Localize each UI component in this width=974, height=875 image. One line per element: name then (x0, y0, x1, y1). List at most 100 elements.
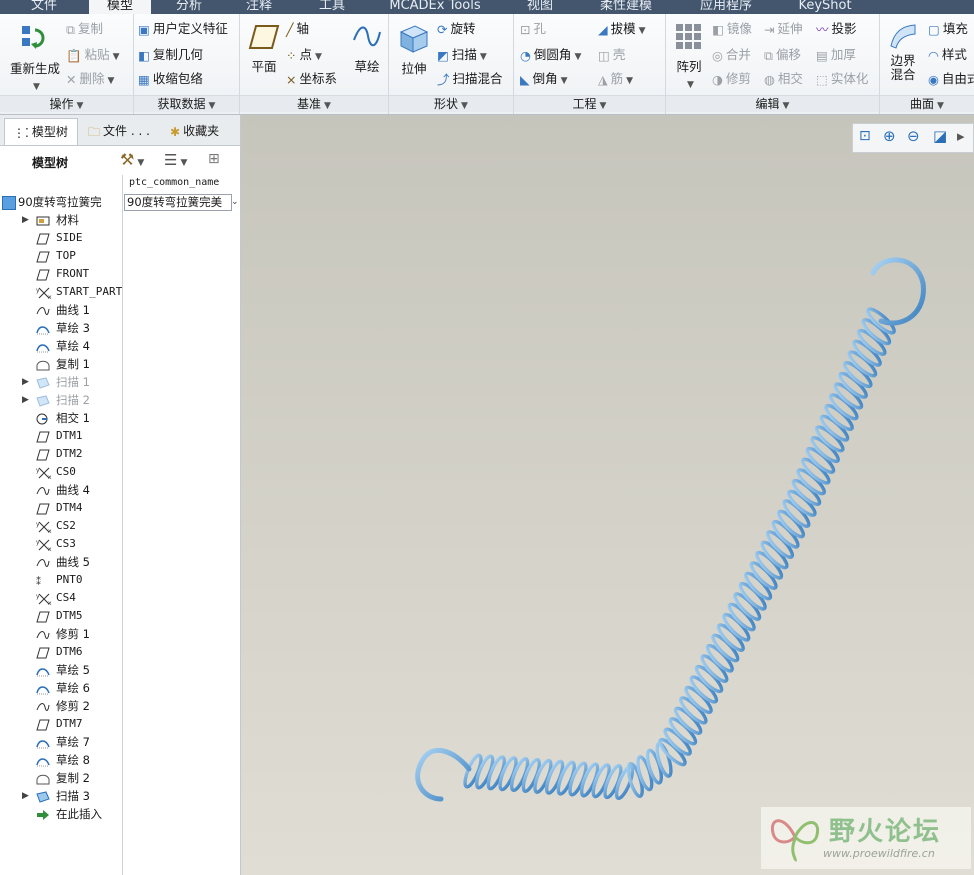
column-ptc-common-name[interactable]: ptc_common_name (122, 175, 245, 191)
hole-button[interactable]: ⊡ 孔 (520, 18, 546, 40)
axis-button[interactable]: ╱ 轴 (286, 18, 309, 40)
plane-button[interactable]: 平面 (244, 22, 284, 75)
spring-model[interactable] (241, 115, 974, 875)
group-label-get-data[interactable]: 获取数据 ▼ (134, 95, 239, 112)
tab-file[interactable]: 文件 (0, 0, 88, 14)
sketch-icon (36, 754, 50, 767)
chamfer-button[interactable]: ◣ 倒角 ▼ (520, 68, 568, 90)
spring-bottom-hook (415, 748, 472, 802)
draft-button[interactable]: ◢ 拔模 ▼ (598, 18, 646, 40)
show-menu-icon[interactable]: ☰ ▼ (164, 151, 187, 169)
group-label-shapes[interactable]: 形状 ▼ (389, 95, 513, 112)
tab-favorites[interactable]: ✱ 收藏夹 (164, 118, 236, 144)
offset-button[interactable]: ⧉ 偏移 (764, 44, 801, 66)
root-name-field[interactable]: 90度转弯拉簧完美 (124, 194, 232, 211)
folder-icon: 🗀 (88, 124, 101, 139)
datum-plane-icon (36, 268, 50, 281)
group-surfaces: 边界混合 ▢ 填充 ◠ 样式 ◉ 自由式 曲面 ▼ (880, 14, 974, 114)
group-engineering: ⊡ 孔 ◔ 倒圆角 ▼ ◣ 倒角 ▼ ◢ 拔模 ▼ ◫ 壳 ◮ 筋 ▼ 工程 ▼ (514, 14, 666, 114)
thicken-icon: ▤ (816, 47, 828, 63)
datum-plane-icon (36, 448, 50, 461)
tab-tools[interactable]: 工具 (298, 0, 366, 14)
extrude-button[interactable]: 拉伸 (393, 22, 435, 77)
regenerate-button[interactable]: 重新生成▼ (6, 20, 64, 92)
rib-button[interactable]: ◮ 筋 ▼ (598, 68, 633, 90)
boundary-blend-button[interactable]: 边界混合 (882, 22, 924, 82)
sketch-button[interactable]: 草绘 (350, 22, 384, 75)
settings-tools-icon[interactable]: ⚒ ▼ (120, 150, 144, 169)
copy-button[interactable]: ⧉ 复制 (66, 18, 103, 40)
tab-applications[interactable]: 应用程序 (678, 0, 774, 14)
pattern-button[interactable]: 阵列 ▼ (670, 22, 708, 90)
udf-button[interactable]: ▣ 用户定义特征 (138, 18, 228, 40)
trim-button[interactable]: ◑ 修剪 (712, 68, 751, 90)
tab-model-tree[interactable]: ⋮⁚ 模型树 (4, 118, 78, 145)
tree-root[interactable]: 90度转弯拉簧完 90度转弯拉簧完美 ⌄ (0, 193, 240, 211)
group-label-editing[interactable]: 编辑 ▼ (666, 95, 879, 112)
tab-mcadex-tools[interactable]: MCADEx Tools (372, 0, 498, 14)
tab-annotate[interactable]: 注释 (228, 0, 290, 14)
expand-arrow-icon[interactable]: ▶ (22, 787, 29, 805)
shell-button[interactable]: ◫ 壳 (598, 44, 625, 66)
mirror-button[interactable]: ◧ 镜像 (712, 18, 752, 40)
project-button[interactable]: 〰投影 (816, 18, 857, 40)
tree-filter-icon[interactable]: ⊞ (208, 151, 220, 167)
tree-node-label: DTM2 (56, 447, 83, 460)
material-icon (36, 214, 50, 226)
tab-folder-browser[interactable]: 🗀 文件 . . . (84, 118, 156, 144)
group-label-surfaces[interactable]: 曲面 ▼ (880, 95, 974, 112)
merge-button[interactable]: ◎ 合并 (712, 44, 751, 66)
boundary-blend-icon (890, 24, 916, 49)
shrinkwrap-button[interactable]: ▦ 收缩包络 (138, 68, 203, 90)
tree-node-label: 复制 1 (56, 357, 90, 371)
round-button[interactable]: ◔ 倒圆角 ▼ (520, 44, 581, 66)
intersect-button[interactable]: ◍ 相交 (764, 68, 803, 90)
datum-plane-icon (36, 430, 50, 443)
sketch-icon (36, 682, 50, 695)
copy-geometry-button[interactable]: ◧ 复制几何 (138, 44, 203, 66)
point-button[interactable]: ⁘ 点 ▼ (286, 44, 322, 66)
tree-node-label: DTM5 (56, 609, 83, 622)
tree-node-label: 曲线 1 (56, 303, 90, 317)
navigator-tabs: ⋮⁚ 模型树 🗀 文件 . . . ✱ 收藏夹 (0, 115, 240, 146)
revolve-icon: ⟳ (437, 21, 448, 37)
freestyle-button[interactable]: ◉ 自由式 (928, 68, 974, 90)
watermark-url: www.proewildfire.cn (823, 847, 935, 860)
group-label-datum[interactable]: 基准 ▼ (240, 95, 388, 112)
expand-arrow-icon[interactable]: ▶ (22, 373, 29, 391)
graphics-area[interactable]: ⊡ ⊕ ⊖ ◪ ▸ 野火论坛 www.proewildfire.cn (241, 115, 974, 875)
solidify-button[interactable]: ⬚ 实体化 (816, 68, 868, 90)
expand-arrow-icon[interactable]: ▶ (22, 211, 29, 229)
revolve-button[interactable]: ⟳ 旋转 (437, 18, 476, 40)
tab-flexible-modeling[interactable]: 柔性建模 (583, 0, 669, 14)
tab-analysis[interactable]: 分析 (158, 0, 220, 14)
fill-button[interactable]: ▢ 填充 (928, 18, 968, 40)
freestyle-icon: ◉ (928, 71, 939, 87)
svg-text:y: y (36, 521, 40, 528)
thicken-button[interactable]: ▤ 加厚 (816, 44, 856, 66)
paste-icon: 📋 (66, 47, 82, 63)
curve-icon (36, 700, 50, 712)
ribbon: 重新生成▼ ⧉ 复制 📋 粘贴 ▼ ✕ 删除 ▼ 操作 ▼ ▣ 用户定义特征 ◧ 复制几何 ▦ 收… (0, 14, 974, 115)
style-button[interactable]: ◠ 样式 (928, 44, 967, 66)
tab-model[interactable]: 模型 (89, 0, 151, 14)
csys-button[interactable]: ⨯ 坐标系 (286, 68, 337, 90)
tree-node-label: 草绘 4 (56, 339, 90, 353)
curve-icon (36, 484, 50, 496)
expand-arrow-icon[interactable]: ▶ (22, 391, 29, 409)
paste-button[interactable]: 📋 粘贴 ▼ (66, 44, 120, 66)
root-name-dropdown-icon[interactable]: ⌄ (231, 193, 239, 211)
spring-coils (463, 307, 896, 801)
datum-plane-icon (36, 502, 50, 515)
tab-keyshot[interactable]: KeyShot (782, 0, 868, 14)
tree-node-label: 曲线 5 (56, 555, 90, 569)
group-label-engineering[interactable]: 工程 ▼ (514, 95, 665, 112)
sweep-button[interactable]: ◩ 扫描 ▼ (437, 44, 487, 66)
tab-view[interactable]: 视图 (505, 0, 575, 14)
project-icon: 〰 (816, 21, 829, 37)
delete-button[interactable]: ✕ 删除 ▼ (66, 68, 114, 90)
tree-node-label: DTM1 (56, 429, 83, 442)
group-label-operations[interactable]: 操作 ▼ (0, 95, 133, 112)
swept-blend-button[interactable]: ⤴ 扫描混合 (437, 68, 503, 90)
extend-button[interactable]: ⇥ 延伸 (764, 18, 803, 40)
